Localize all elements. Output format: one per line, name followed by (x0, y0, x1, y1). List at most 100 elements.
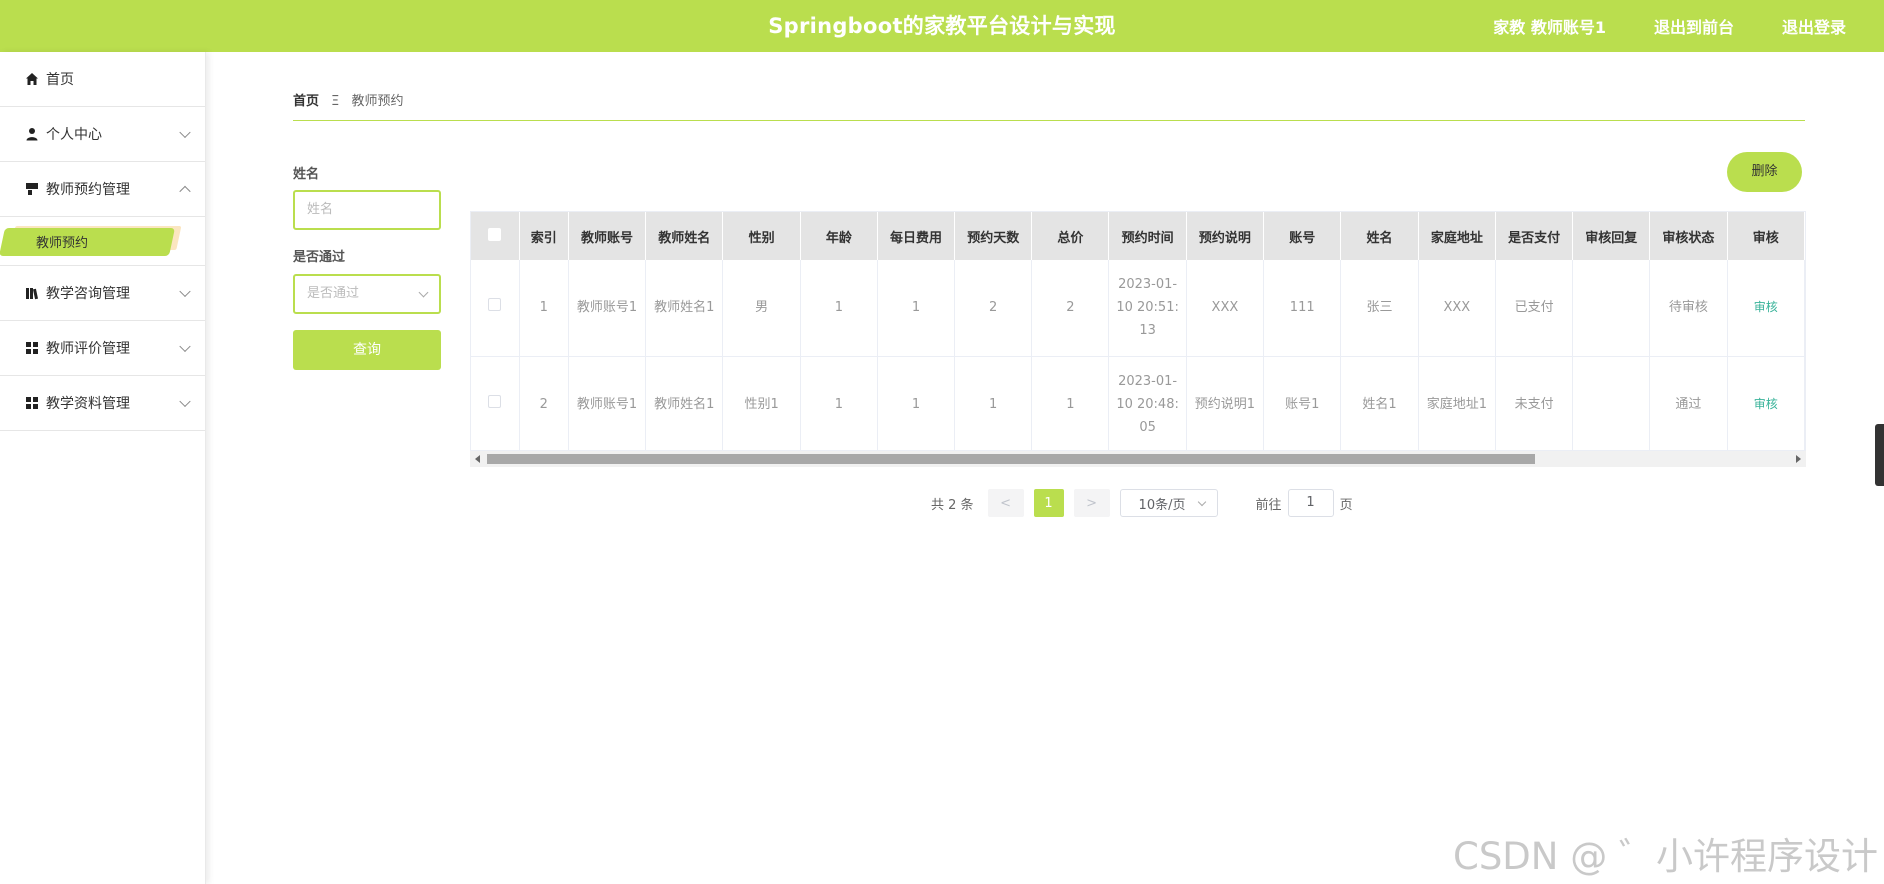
delete-button[interactable]: 删除 (1727, 152, 1802, 192)
current-user: 家教 教师账号1 (1493, 18, 1606, 37)
grid-icon (24, 395, 40, 411)
goto-page-input[interactable]: 1 (1287, 489, 1334, 517)
scrollbar-thumb[interactable] (487, 454, 1535, 464)
table-cell: 待审核 (1649, 260, 1728, 357)
sidebar-subitem-appointment[interactable]: 教师预约 (0, 217, 205, 266)
scroll-left-icon[interactable] (475, 455, 480, 463)
name-label: 姓名 (293, 167, 320, 182)
breadcrumb-divider (293, 120, 1805, 121)
logout-link[interactable]: 退出登录 (1782, 14, 1846, 38)
pagination: 共 2 条 < 1 > 10条/页 前往 1 页 (931, 489, 1353, 517)
table-cell: 预约说明1 (1186, 356, 1265, 450)
page-number-button[interactable]: 1 (1033, 489, 1064, 517)
table-cell: 账号1 (1263, 356, 1342, 450)
next-page-button[interactable]: > (1073, 489, 1110, 517)
name-input[interactable]: 姓名 (293, 190, 441, 230)
audit-link[interactable]: 审核 (1727, 260, 1805, 357)
chevron-down-icon (179, 340, 191, 353)
book-icon (24, 285, 40, 301)
row-checkbox[interactable] (488, 394, 502, 408)
table-cell: 姓名1 (1340, 356, 1419, 450)
sidebar-item-personal-center[interactable]: 个人中心 (0, 107, 205, 162)
pass-select-placeholder: 是否通过 (307, 286, 360, 301)
sidebar-item-consult-manage[interactable]: 教学咨询管理 (0, 266, 205, 321)
query-button[interactable]: 查询 (293, 330, 441, 370)
table-cell: 通过 (1649, 356, 1728, 450)
table-cell: 张三 (1340, 260, 1419, 357)
page-suffix: 页 (1339, 497, 1353, 513)
table-cell: 1 (877, 260, 956, 357)
chevron-down-icon (179, 395, 191, 408)
column-header: 每日费用 (877, 212, 956, 260)
sidebar-item-material-manage[interactable]: 教学资料管理 (0, 376, 205, 431)
table-cell: 2023-01-10 20:48:05 (1108, 356, 1187, 450)
home-icon (24, 71, 40, 87)
breadcrumb: 首页 Ξ 教师预约 (293, 90, 404, 109)
watermark: CSDN @ ゛小许程序设计 (1452, 835, 1878, 878)
table-cell: 男 (722, 260, 801, 357)
row-checkbox[interactable] (488, 298, 502, 312)
sidebar-item-label: 教学咨询管理 (46, 286, 130, 302)
table-cell: 家庭地址1 (1418, 356, 1497, 450)
table-cell: 1 (877, 356, 956, 450)
audit-link[interactable]: 审核 (1727, 356, 1805, 450)
row-select[interactable] (471, 260, 520, 357)
table-cell (1572, 260, 1651, 357)
data-table: 索引 教师账号 教师姓名 性别 年龄 每日费用 预约天数 总价 预约时间 预约说… (470, 211, 1806, 451)
side-tab-handle[interactable] (1875, 424, 1884, 486)
table-cell: 111 (1263, 260, 1342, 357)
column-header: 总价 (1031, 212, 1110, 260)
top-header: Springboot的家教平台设计与实现 家教 教师账号1 退出到前台 退出登录 (0, 0, 1884, 52)
header-select-all[interactable] (471, 212, 520, 260)
page-size-value: 10条/页 (1138, 497, 1186, 513)
table-cell: 性别1 (722, 356, 801, 450)
sidebar-item-evaluation-manage[interactable]: 教师评价管理 (0, 321, 205, 376)
table-cell: XXX (1418, 260, 1497, 357)
breadcrumb-home[interactable]: 首页 (293, 94, 319, 109)
back-to-front-link[interactable]: 退出到前台 (1654, 14, 1734, 38)
row-select[interactable] (471, 356, 520, 450)
appointment-table: 索引 教师账号 教师姓名 性别 年龄 每日费用 预约天数 总价 预约时间 预约说… (471, 212, 1805, 450)
pass-label: 是否通过 (293, 250, 346, 265)
table-cell: 2 (954, 260, 1033, 357)
column-header: 审核回复 (1572, 212, 1651, 260)
select-all-checkbox[interactable] (488, 227, 502, 241)
page-size-select[interactable]: 10条/页 (1119, 489, 1218, 517)
column-header: 预约天数 (954, 212, 1033, 260)
sidebar-item-label: 教学资料管理 (46, 396, 130, 412)
scroll-right-icon[interactable] (1796, 455, 1801, 463)
table-cell: 2023-01-10 20:51:13 (1108, 260, 1187, 357)
chevron-down-icon (418, 287, 429, 298)
table-cell: 教师姓名1 (645, 356, 724, 450)
chevron-down-icon (179, 285, 191, 298)
table-cell (1572, 356, 1651, 450)
sidebar-item-appointment-manage[interactable]: 教师预约管理 (0, 162, 205, 217)
sidebar-item-label: 首页 (46, 72, 74, 88)
breadcrumb-separator: Ξ (331, 94, 340, 109)
prev-page-button[interactable]: < (987, 489, 1024, 517)
column-header: 审核状态 (1649, 212, 1728, 260)
chevron-up-icon (179, 185, 191, 198)
column-header: 是否支付 (1495, 212, 1574, 260)
grid-icon (24, 340, 40, 356)
sidebar-item-home[interactable]: 首页 (0, 52, 205, 107)
total-count: 共 2 条 (931, 497, 974, 513)
goto-label: 前往 (1255, 497, 1282, 513)
table-cell: XXX (1186, 260, 1265, 357)
chevron-down-icon (179, 126, 191, 139)
header-links: 家教 教师账号1 退出到前台 退出登录 (1493, 0, 1846, 52)
chevron-down-icon (1197, 497, 1206, 507)
table-header-row: 索引 教师账号 教师姓名 性别 年龄 每日费用 预约天数 总价 预约时间 预约说… (471, 212, 1805, 260)
table-cell: 教师账号1 (568, 356, 647, 450)
table-cell: 1 (519, 260, 569, 357)
sidebar-item-label: 教师评价管理 (46, 341, 130, 357)
column-header: 预约说明 (1186, 212, 1265, 260)
sidebar-item-label: 教师预约管理 (46, 182, 130, 198)
horizontal-scrollbar[interactable] (470, 451, 1806, 467)
table-cell: 教师账号1 (568, 260, 647, 357)
main-content: 首页 Ξ 教师预约 姓名 姓名 是否通过 是否通过 查询 删除 索引 教师账号 (206, 52, 1884, 884)
sidebar-subitem-label: 教师预约 (36, 236, 89, 251)
column-header: 账号 (1263, 212, 1342, 260)
pass-select[interactable]: 是否通过 (293, 274, 441, 314)
column-header: 审核 (1727, 212, 1805, 260)
